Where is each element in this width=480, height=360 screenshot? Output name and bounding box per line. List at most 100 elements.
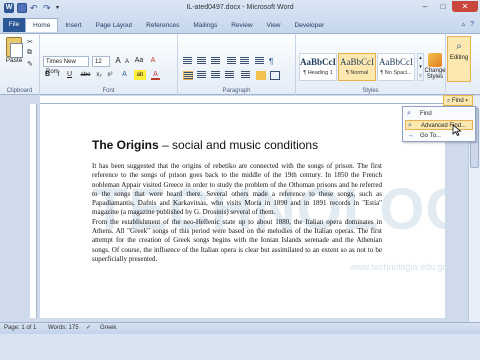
horizontal-ruler[interactable] [40, 96, 450, 104]
tab-home[interactable]: Home [25, 18, 59, 32]
editing-label: Editing [449, 55, 469, 61]
line-spacing-icon[interactable] [241, 71, 251, 80]
find-icon: ⌕ [447, 98, 451, 104]
tab-view[interactable]: View [260, 20, 288, 32]
menu-item-advanced-find[interactable]: ⌕ Advanced Find... [405, 120, 473, 130]
menu-item-go-to[interactable]: → Go To... [405, 131, 473, 141]
tab-developer[interactable]: Developer [288, 20, 332, 32]
maximize-button[interactable]: □ [434, 1, 452, 12]
page-count[interactable]: Page: 1 of 1 [4, 323, 36, 334]
decrease-indent-icon[interactable] [227, 57, 237, 66]
font-name-box[interactable]: Times New Rom [43, 56, 89, 75]
chevron-down-icon: ▾ [465, 98, 468, 104]
style-name: ¶ Normal [345, 70, 369, 76]
paste-label: Paste [5, 57, 23, 64]
advanced-find-icon: ⌕ [408, 122, 412, 129]
heading-main: The Origins [92, 138, 159, 152]
find-button[interactable]: ⌕ Find ▾ [443, 95, 473, 106]
taskbar-area [0, 334, 480, 360]
heading-rest: – social and music conditions [158, 138, 319, 152]
menu-item-label: Go To... [420, 133, 441, 139]
font-size-box[interactable]: 12 [92, 56, 110, 67]
document-page[interactable]: TECHNOLOGIA www.technologia.edu.gr The O… [40, 104, 445, 318]
change-styles-icon [428, 53, 442, 67]
borders-icon[interactable] [270, 71, 280, 80]
paragraph: It has been suggested that the origins o… [92, 162, 382, 217]
superscript-button[interactable]: x² [105, 70, 115, 80]
help-area: ▵ ? [462, 20, 474, 29]
find-dropdown: ⌕ Find ⌕ Advanced Find... → Go To... [402, 106, 476, 142]
tab-page-layout[interactable]: Page Layout [89, 20, 140, 32]
tab-file[interactable]: File [3, 18, 25, 32]
subscript-button[interactable]: x₂ [94, 70, 104, 80]
style-name: ¶ Heading 1 [303, 70, 333, 76]
shading-icon[interactable] [256, 71, 266, 80]
clipboard-group-label: Clipboard [6, 88, 33, 94]
word-count[interactable]: Words: 175 [48, 323, 79, 334]
numbering-icon[interactable] [197, 57, 207, 66]
style-no-spacing[interactable]: AaBbCcI ¶ No Spaci... [377, 53, 415, 81]
proofing-icon[interactable]: ✓ [86, 323, 91, 334]
style-heading-1[interactable]: AaBbCcI ¶ Heading 1 [299, 53, 337, 81]
styles-scroll[interactable]: ▴ ▾ ▿ [417, 53, 424, 81]
paragraph: From the establishment of the neo-Hellen… [92, 217, 382, 263]
style-sample: AaBbCcI [379, 57, 413, 67]
paste-button[interactable]: Paste [3, 37, 25, 75]
cut-icon[interactable]: ✂ [27, 38, 35, 46]
language-indicator[interactable]: Greek [100, 323, 116, 334]
text-effects-button[interactable]: A [120, 70, 129, 80]
italic-button[interactable]: I [54, 70, 63, 80]
close-button[interactable]: ✕ [452, 1, 478, 12]
underline-button[interactable]: U [65, 70, 74, 80]
vertical-ruler[interactable] [30, 104, 37, 318]
tab-insert[interactable]: Insert [58, 20, 88, 32]
menu-item-label: Find [420, 111, 432, 117]
tab-review[interactable]: Review [224, 20, 259, 32]
show-marks-icon[interactable]: ¶ [269, 57, 279, 66]
align-center-icon[interactable] [197, 71, 207, 80]
tab-mailings[interactable]: Mailings [186, 20, 224, 32]
align-left-icon[interactable] [183, 71, 193, 80]
change-styles-label: Change Styles [424, 68, 446, 80]
document-body: It has been suggested that the origins o… [92, 162, 382, 264]
font-color-button[interactable]: A [151, 70, 160, 80]
change-styles-button[interactable]: Change Styles [424, 53, 446, 80]
increase-indent-icon[interactable] [240, 57, 250, 66]
multilevel-list-icon[interactable] [211, 57, 221, 66]
paragraph-group-label: Paragraph [222, 88, 251, 94]
styles-group-label: Styles [362, 88, 379, 94]
find-icon: ⌕ [407, 110, 411, 117]
style-sample: AaBbCcI [300, 57, 337, 67]
help-icon[interactable]: ? [470, 21, 474, 28]
highlight-color-button[interactable]: ab [134, 70, 146, 80]
copy-icon[interactable]: ⧉ [27, 49, 35, 57]
mouse-cursor-icon [452, 124, 462, 136]
clipboard-group: Paste ✂ ⧉ ✎ Clipboard [0, 34, 40, 95]
minimize-button[interactable]: – [416, 1, 434, 12]
menu-item-find[interactable]: ⌕ Find [405, 109, 473, 119]
style-name: ¶ No Spaci... [380, 70, 412, 76]
format-painter-icon[interactable]: ✎ [27, 60, 35, 68]
justify-icon[interactable] [225, 71, 235, 80]
strikethrough-button[interactable]: abe [79, 70, 92, 80]
shrink-font-button[interactable]: A [123, 57, 131, 67]
minimize-ribbon-icon[interactable]: ▵ [462, 20, 466, 28]
align-right-icon[interactable] [211, 71, 221, 80]
tab-references[interactable]: References [139, 20, 186, 32]
binoculars-icon: ⌕ [456, 41, 462, 52]
font-group-label: Font [102, 88, 115, 94]
style-normal[interactable]: AaBbCcI ¶ Normal [338, 53, 376, 81]
bullets-icon[interactable] [183, 57, 193, 66]
editing-button[interactable]: ⌕ Editing [447, 36, 471, 82]
window-title: IL-ated0497.docx - Microsoft Word [186, 4, 294, 11]
change-case-button[interactable]: Aa [133, 56, 145, 66]
go-to-icon: → [407, 132, 414, 139]
sort-icon[interactable] [255, 57, 265, 66]
ribbon-tabs: File Home Insert Page Layout References … [0, 18, 331, 32]
grow-font-button[interactable]: A [114, 56, 122, 66]
status-bar: Page: 1 of 1 Words: 175 ✓ Greek [0, 322, 480, 334]
window-controls: – □ ✕ [416, 1, 478, 12]
clear-formatting-button[interactable]: A [148, 56, 158, 66]
bold-button[interactable]: B [43, 70, 52, 80]
ribbon: Paste ✂ ⧉ ✎ Clipboard Font Times New Rom… [0, 33, 480, 95]
